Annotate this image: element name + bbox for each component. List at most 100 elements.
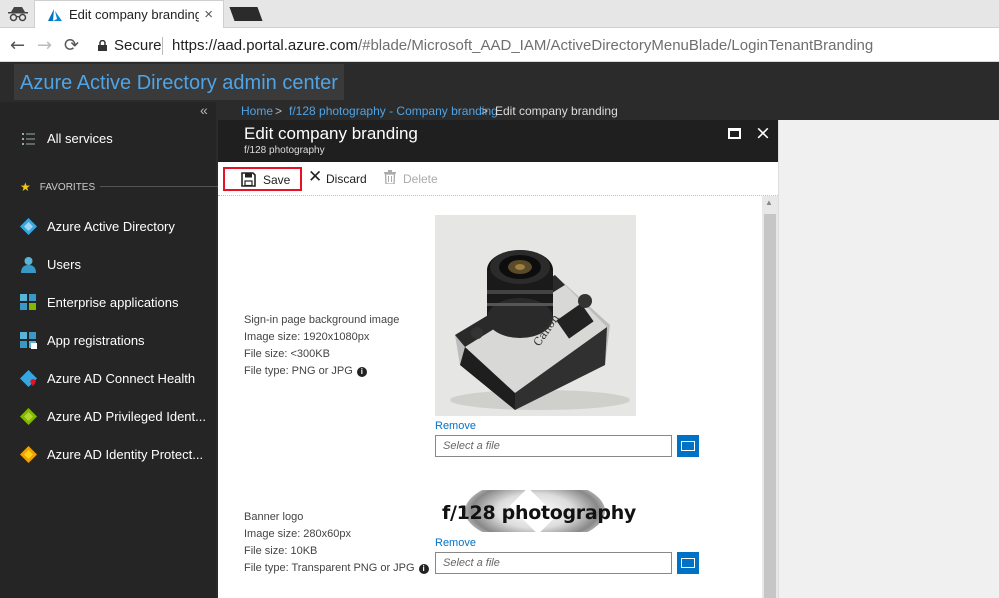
star-icon: ★ [20, 180, 31, 194]
blade-title: Edit company branding [244, 124, 418, 143]
blade-header: Edit company branding f/128 photography … [218, 120, 778, 162]
banner-browse-button[interactable] [677, 552, 699, 574]
enterprise-apps-icon [20, 293, 36, 310]
back-icon[interactable]: ← [10, 35, 25, 56]
banner-logo-file-type: File type: Transparent PNG or JPG [244, 562, 415, 574]
blade-scrollbar[interactable]: ▲ [762, 196, 778, 598]
background-file-input[interactable]: Select a file [435, 435, 672, 457]
banner-file-input[interactable]: Select a file [435, 552, 672, 574]
discard-button[interactable]: ✕ Discard [306, 167, 370, 191]
breadcrumb-separator: > [275, 104, 283, 118]
sidebar-item-label: App registrations [47, 332, 145, 348]
breadcrumb: Home > f/128 photography - Company brand… [216, 102, 999, 120]
lock-icon [98, 40, 107, 51]
url-host: https://aad.portal.azure.com [172, 37, 358, 54]
sidebar-item-identity-protection[interactable]: Azure AD Identity Protect... [0, 435, 216, 473]
background-image-size: Image size: 1920x1080px [244, 331, 370, 343]
sidebar-item-connect-health[interactable]: Azure AD Connect Health [0, 359, 216, 397]
remove-background-link[interactable]: Remove [435, 420, 476, 432]
scrollbar-thumb[interactable] [764, 214, 776, 598]
banner-logo-text: f/128 photography [442, 502, 636, 524]
sidebar-item-label: Azure Active Directory [47, 218, 175, 234]
app-registrations-icon [20, 331, 37, 349]
sidebar-item-app-registrations[interactable]: App registrations [0, 321, 216, 359]
url-path: /#blade/Microsoft_AAD_IAM/ActiveDirector… [357, 37, 874, 54]
sidebar-item-label: Azure AD Connect Health [47, 370, 196, 386]
folder-icon [681, 558, 695, 568]
incognito-icon [8, 7, 28, 22]
sidebar-item-all-services[interactable]: All services [0, 119, 216, 157]
background-image-title: Sign-in page background image [244, 314, 400, 326]
sidebar-item-label: Users [47, 256, 81, 272]
background-image-info: Sign-in page background image Image size… [244, 312, 399, 380]
sidebar-item-enterprise-applications[interactable]: Enterprise applications [0, 283, 216, 321]
tab-title: Edit company branding - [69, 7, 199, 22]
sidebar-item-users[interactable]: Users [0, 245, 216, 283]
user-icon [21, 256, 36, 273]
edit-branding-blade: Edit company branding f/128 photography … [218, 120, 778, 598]
blade-content: Sign-in page background image Image size… [218, 196, 762, 598]
breadcrumb-separator: > [481, 104, 489, 118]
portal-title[interactable]: Azure Active Directory admin center [14, 64, 344, 100]
sidebar-item-privileged-identity[interactable]: Azure AD Privileged Ident... [0, 397, 216, 435]
info-icon[interactable]: i [356, 367, 367, 377]
breadcrumb-company-branding[interactable]: f/128 photography - Company branding [289, 104, 498, 118]
address-separator [162, 37, 163, 55]
discard-label: Discard [326, 172, 367, 186]
background-image-file-size: File size: <300KB [244, 348, 330, 360]
browser-tab-active[interactable]: Edit company branding - × [34, 0, 224, 28]
blade-toolbar: Save ✕ Discard Delete [218, 162, 778, 196]
breadcrumb-home[interactable]: Home [241, 104, 273, 118]
background-browse-button[interactable] [677, 435, 699, 457]
forward-icon[interactable]: → [37, 35, 52, 56]
sidebar-item-label: Azure AD Identity Protect... [47, 446, 204, 462]
banner-logo-title: Banner logo [244, 511, 304, 523]
breadcrumb-current: Edit company branding [495, 104, 618, 118]
discard-x-icon: ✕ [308, 167, 323, 187]
identity-protection-icon [20, 445, 37, 463]
reload-icon[interactable]: ⟳ [64, 35, 79, 56]
blade-subtitle: f/128 photography [244, 145, 325, 156]
favorites-divider [100, 186, 220, 187]
save-button[interactable]: Save [223, 167, 302, 191]
banner-logo-preview: f/128 photography [435, 490, 636, 532]
list-icon [22, 132, 35, 145]
favorites-label: FAVORITES [39, 181, 96, 193]
url-field[interactable]: https://aad.portal.azure.com/#blade/Micr… [172, 37, 873, 54]
scroll-up-icon[interactable]: ▲ [765, 198, 773, 207]
sidebar-item-label: Enterprise applications [47, 294, 179, 310]
banner-logo-file-size: File size: 10KB [244, 545, 318, 557]
remove-banner-link[interactable]: Remove [435, 537, 476, 549]
banner-logo-size: Image size: 280x60px [244, 528, 352, 540]
background-image-file-type: File type: PNG or JPG [244, 365, 353, 377]
maximize-icon[interactable] [728, 128, 741, 139]
save-icon [241, 172, 256, 187]
trash-icon [384, 170, 396, 184]
delete-button[interactable]: Delete [384, 167, 444, 191]
background-image-preview: Canon [435, 215, 636, 416]
sidebar: « All services ★ FAVORITES Azure Active … [0, 102, 220, 598]
sidebar-item-azure-active-directory[interactable]: Azure Active Directory [0, 207, 216, 245]
sidebar-item-label: All services [47, 130, 113, 146]
azure-ad-icon [20, 217, 37, 235]
browser-tabstrip: Edit company branding - × [0, 0, 999, 28]
favorites-header: ★ FAVORITES [20, 180, 220, 194]
tab-close-icon[interactable]: × [204, 6, 213, 23]
secure-label: Secure [114, 37, 162, 54]
folder-icon [681, 441, 695, 451]
address-bar: ← → ⟳ Secure https://aad.portal.azure.co… [0, 28, 999, 62]
banner-logo-info: Banner logo Image size: 280x60px File si… [244, 509, 429, 577]
delete-label: Delete [403, 172, 438, 186]
banner-logo-file-type-row: File type: Transparent PNG or JPG i [244, 560, 429, 577]
camera-image: Canon [435, 215, 636, 416]
new-tab-button[interactable] [229, 7, 263, 21]
info-icon[interactable]: i [418, 564, 429, 574]
sidebar-item-label: Azure AD Privileged Ident... [47, 408, 206, 424]
privileged-identity-icon [20, 407, 37, 425]
save-label: Save [263, 173, 291, 187]
background-image-file-type-row: File type: PNG or JPG i [244, 363, 399, 380]
close-icon[interactable]: × [755, 122, 771, 144]
azure-logo-icon [48, 9, 62, 21]
collapse-sidebar-icon[interactable]: « [200, 102, 208, 118]
empty-right-pane [778, 120, 999, 598]
